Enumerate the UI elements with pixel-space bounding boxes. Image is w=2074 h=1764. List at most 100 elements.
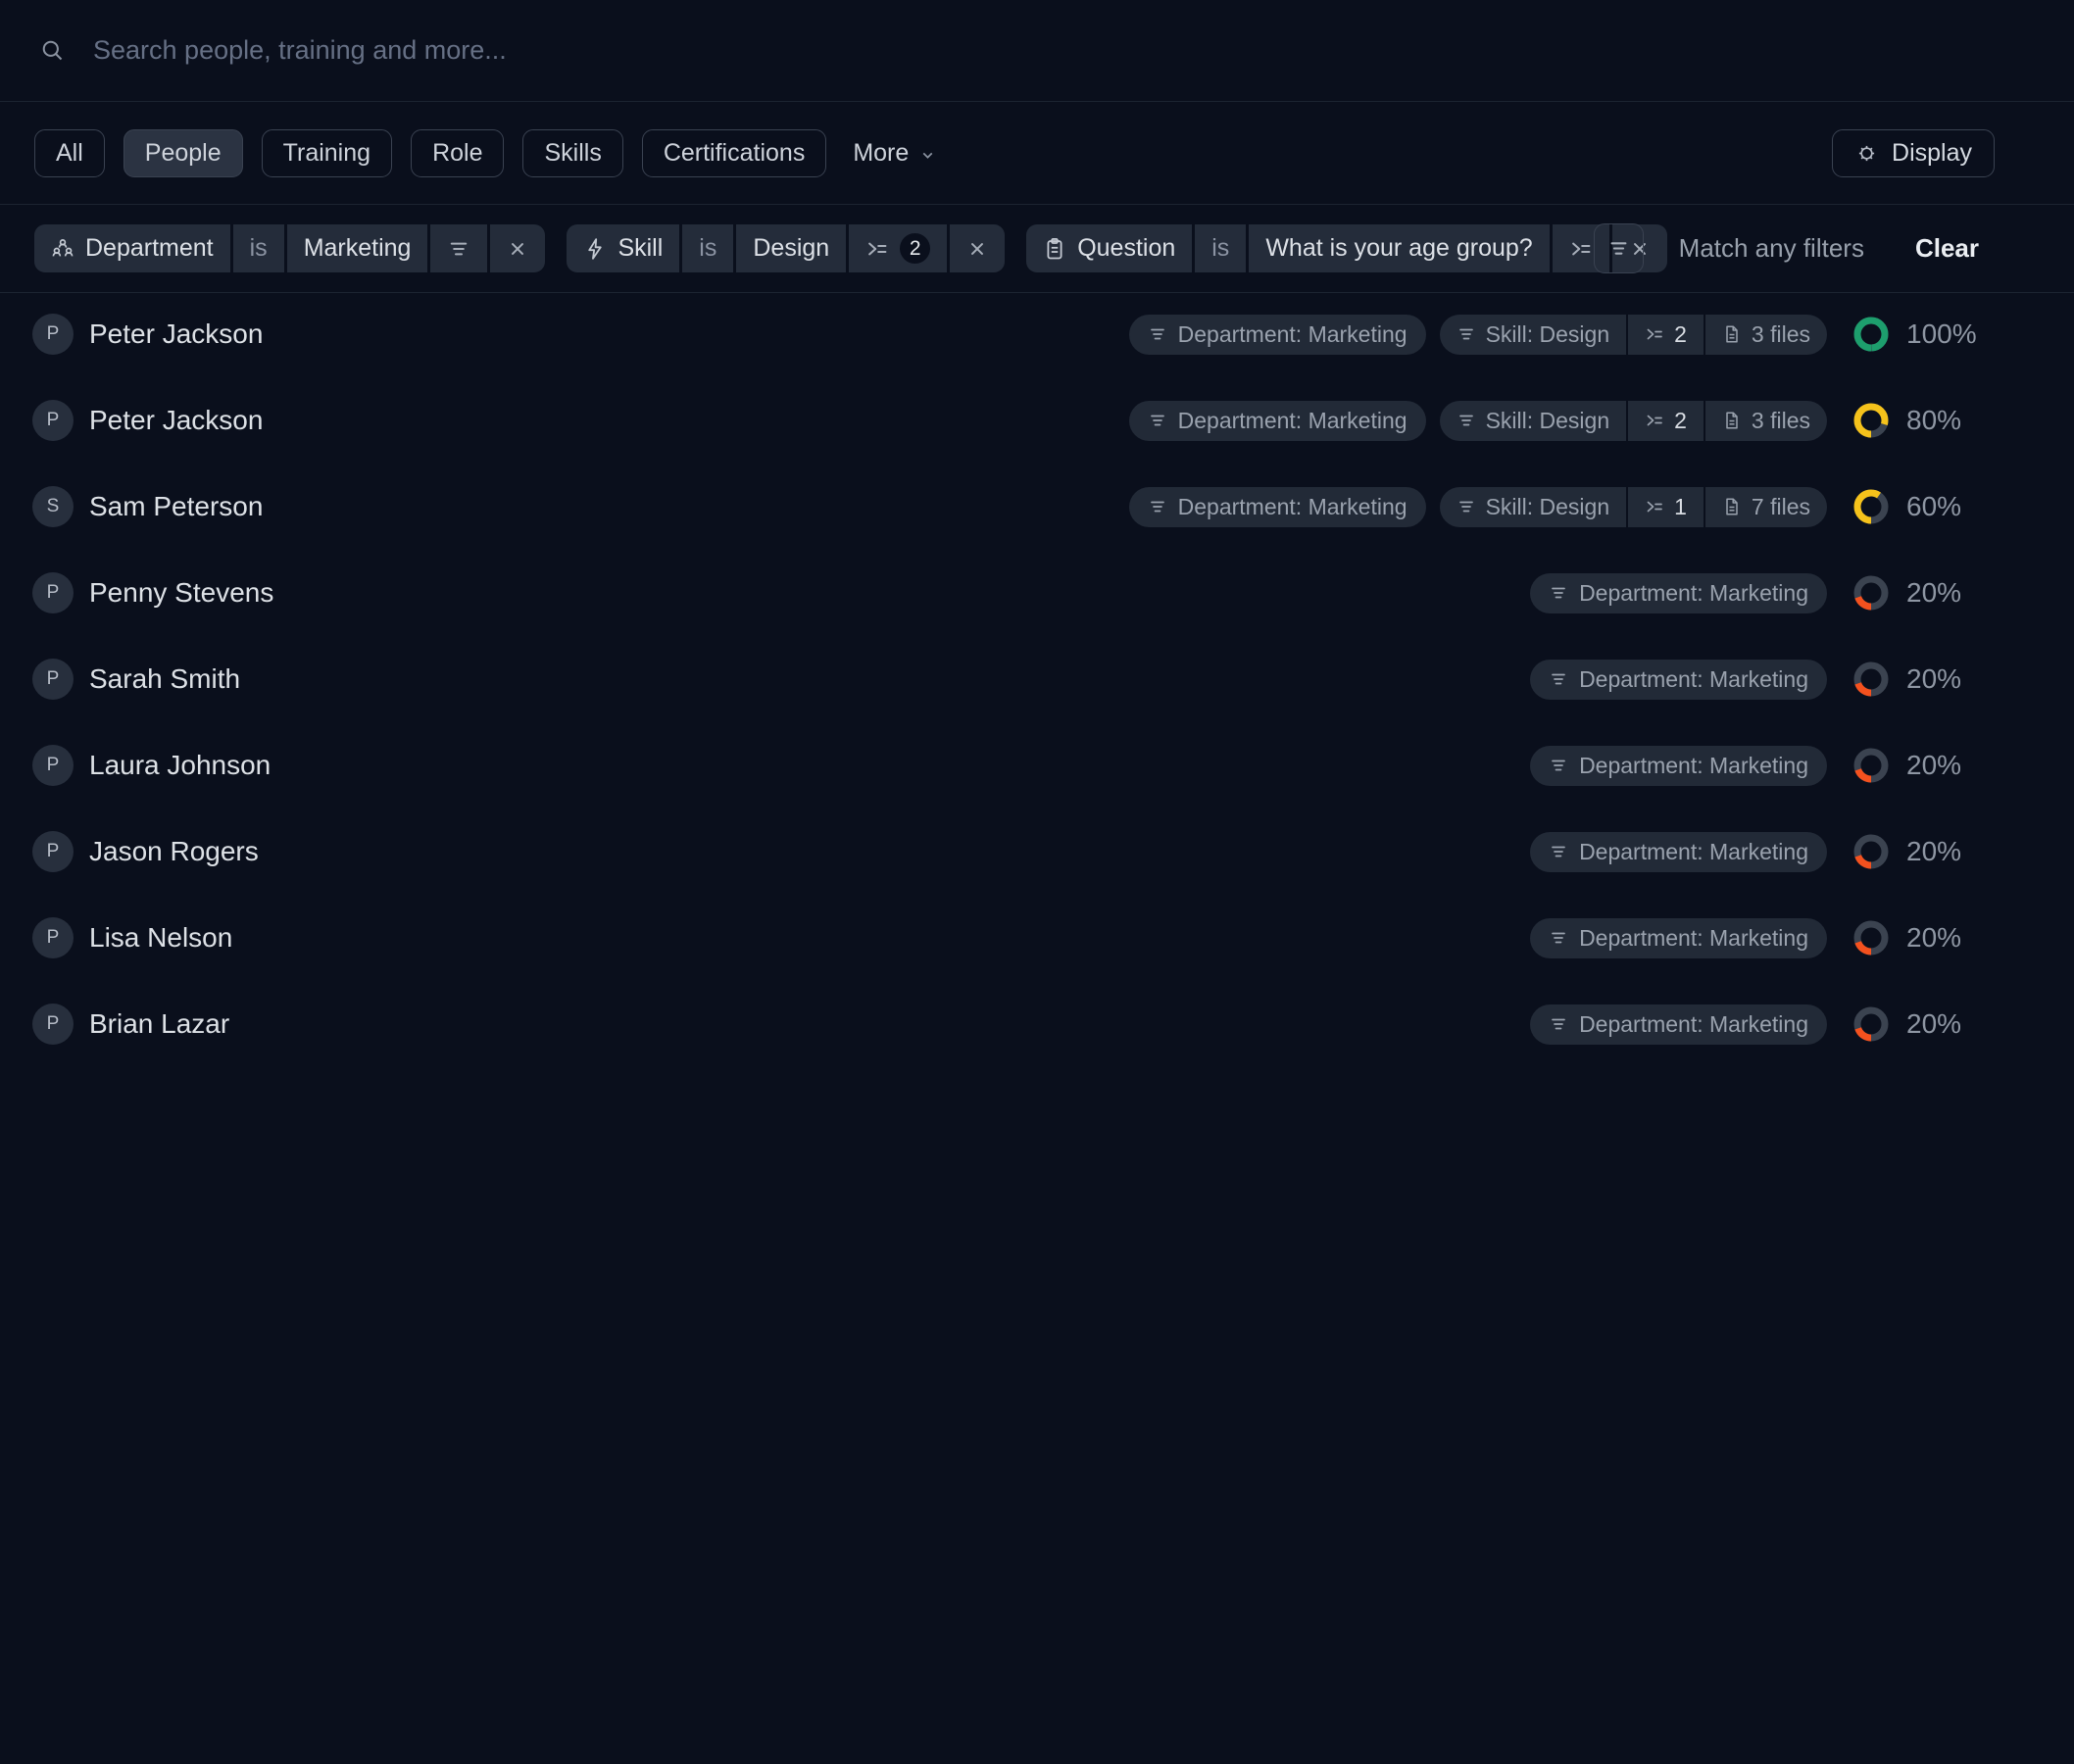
filter-icon bbox=[1148, 411, 1167, 430]
skill-count-value: 2 bbox=[1674, 408, 1687, 434]
completion-percent: 20% bbox=[1906, 1008, 1961, 1040]
person-row[interactable]: SSam PetersonDepartment: MarketingSkill:… bbox=[0, 464, 2074, 550]
filter-value-label: Marketing bbox=[304, 234, 412, 263]
completion-ring bbox=[1852, 1005, 1890, 1043]
person-row[interactable]: PBrian LazarDepartment: Marketing 20% bbox=[0, 981, 2074, 1067]
completion-percent: 60% bbox=[1906, 491, 1961, 522]
chevron-down-icon bbox=[919, 147, 936, 164]
filter-icon bbox=[1549, 842, 1568, 861]
department-badge[interactable]: Department: Marketing bbox=[1129, 487, 1426, 527]
add-filter-button[interactable] bbox=[1594, 223, 1644, 273]
skill-count-badge[interactable]: 1 bbox=[1628, 487, 1704, 527]
department-badge[interactable]: Department: Marketing bbox=[1530, 832, 1827, 872]
person-row[interactable]: PSarah SmithDepartment: Marketing 20% bbox=[0, 636, 2074, 722]
department-badge[interactable]: Department: Marketing bbox=[1530, 573, 1827, 613]
filter-chip-options[interactable]: 2 bbox=[849, 224, 947, 272]
skill-badge-label: Skill: Design bbox=[1486, 321, 1610, 348]
skill-count-badge[interactable]: 2 bbox=[1628, 401, 1704, 441]
avatar: P bbox=[32, 400, 74, 441]
tab-training[interactable]: Training bbox=[262, 129, 392, 177]
filter-icon bbox=[1549, 1014, 1568, 1034]
files-badge[interactable]: 3 files bbox=[1705, 401, 1827, 441]
completion: 60% bbox=[1852, 488, 1992, 525]
people-results-list: P Peter Jackson Department: Marketing Skill… bbox=[0, 291, 2074, 1067]
department-badge[interactable]: Department: Marketing bbox=[1530, 918, 1827, 958]
filter-icon bbox=[1148, 497, 1167, 516]
person-row[interactable]: PJason RogersDepartment: Marketing 20% bbox=[0, 808, 2074, 895]
clear-filters-button[interactable]: Clear bbox=[1915, 233, 1979, 264]
department-badge[interactable]: Department: Marketing bbox=[1530, 746, 1827, 786]
completion: 20% bbox=[1852, 747, 1992, 784]
completion-percent: 20% bbox=[1906, 750, 1961, 781]
tab-skills[interactable]: Skills bbox=[522, 129, 622, 177]
filter-chip-options[interactable] bbox=[430, 224, 487, 272]
completion: 20% bbox=[1852, 833, 1992, 870]
filter-chip-value[interactable]: What is your age group? bbox=[1249, 224, 1549, 272]
skill-badge-group: Skill: Design 1 7 files bbox=[1440, 487, 1827, 527]
match-any-filters-toggle[interactable]: Match any filters bbox=[1679, 233, 1864, 264]
filter-chip-remove[interactable] bbox=[490, 224, 545, 272]
completion: 100% bbox=[1852, 316, 1992, 353]
person-name: Peter Jackson bbox=[89, 405, 263, 436]
avatar: P bbox=[32, 831, 74, 872]
files-badge[interactable]: 3 files bbox=[1705, 315, 1827, 355]
department-badge[interactable]: Department: Marketing bbox=[1530, 1004, 1827, 1045]
completion: 20% bbox=[1852, 1005, 1992, 1043]
completion-percent: 20% bbox=[1906, 922, 1961, 954]
department-badge[interactable]: Department: Marketing bbox=[1129, 401, 1426, 441]
filter-chip-value[interactable]: Marketing bbox=[287, 224, 428, 272]
skill-badge[interactable]: Skill: Design bbox=[1440, 487, 1627, 527]
row-badges: Department: Marketing bbox=[1530, 573, 1827, 613]
skill-count-value: 1 bbox=[1674, 494, 1687, 520]
skill-badge-label: Skill: Design bbox=[1486, 494, 1610, 520]
department-badge-label: Department: Marketing bbox=[1178, 494, 1407, 520]
filter-field-label: Skill bbox=[617, 234, 663, 263]
person-name: Peter Jackson bbox=[89, 318, 263, 350]
filter-chip-remove[interactable] bbox=[950, 224, 1005, 272]
skill-badge-group: Skill: Design 2 3 files bbox=[1440, 401, 1827, 441]
tab-people[interactable]: People bbox=[123, 129, 243, 177]
expand-icon bbox=[865, 237, 889, 261]
question-icon bbox=[1043, 237, 1066, 261]
completion-percent: 20% bbox=[1906, 836, 1961, 867]
person-name: Penny Stevens bbox=[89, 577, 273, 609]
person-row[interactable]: PLaura JohnsonDepartment: Marketing 20% bbox=[0, 722, 2074, 808]
search-input[interactable] bbox=[91, 34, 2035, 67]
more-label: More bbox=[853, 139, 909, 168]
file-icon bbox=[1722, 324, 1742, 344]
filter-chip-operator[interactable]: is bbox=[682, 224, 733, 272]
files-badge-label: 3 files bbox=[1752, 408, 1810, 434]
person-row[interactable]: P Peter Jackson Department: Marketing Skill… bbox=[0, 377, 2074, 464]
filter-chip-operator[interactable]: is bbox=[1195, 224, 1246, 272]
department-badge-label: Department: Marketing bbox=[1579, 666, 1808, 693]
avatar: P bbox=[32, 314, 74, 355]
completion-percent: 20% bbox=[1906, 577, 1961, 609]
department-badge[interactable]: Department: Marketing bbox=[1129, 315, 1426, 355]
filter-chip-field[interactable]: Question bbox=[1026, 224, 1192, 272]
department-badge[interactable]: Department: Marketing bbox=[1530, 660, 1827, 700]
filter-chip-field[interactable]: Department bbox=[34, 224, 230, 272]
filter-icon bbox=[1457, 324, 1476, 344]
filter-field-label: Question bbox=[1077, 234, 1175, 263]
tab-more[interactable]: More bbox=[853, 139, 936, 168]
filter-chip-value[interactable]: Design bbox=[736, 224, 846, 272]
person-name: Sam Peterson bbox=[89, 491, 263, 522]
skill-badge[interactable]: Skill: Design bbox=[1440, 401, 1627, 441]
skill-badge[interactable]: Skill: Design bbox=[1440, 315, 1627, 355]
filter-chip-field[interactable]: Skill bbox=[567, 224, 679, 272]
tab-role[interactable]: Role bbox=[411, 129, 504, 177]
person-row[interactable]: PLisa NelsonDepartment: Marketing 20% bbox=[0, 895, 2074, 981]
files-badge[interactable]: 7 files bbox=[1705, 487, 1827, 527]
completion-ring bbox=[1852, 574, 1890, 612]
skill-count-badge[interactable]: 2 bbox=[1628, 315, 1704, 355]
display-button[interactable]: Display bbox=[1832, 129, 1995, 177]
tab-all[interactable]: All bbox=[34, 129, 105, 177]
person-name: Laura Johnson bbox=[89, 750, 271, 781]
entity-tabs: All People Training Role Skills Certification… bbox=[34, 129, 826, 177]
filter-value-label: Design bbox=[753, 234, 829, 263]
row-badges: Department: Marketing bbox=[1530, 918, 1827, 958]
filter-chip-operator[interactable]: is bbox=[233, 224, 284, 272]
person-row[interactable]: P Peter Jackson Department: Marketing Skill… bbox=[0, 291, 2074, 377]
tab-certifications[interactable]: Certifications bbox=[642, 129, 827, 177]
person-row[interactable]: PPenny StevensDepartment: Marketing 20% bbox=[0, 550, 2074, 636]
